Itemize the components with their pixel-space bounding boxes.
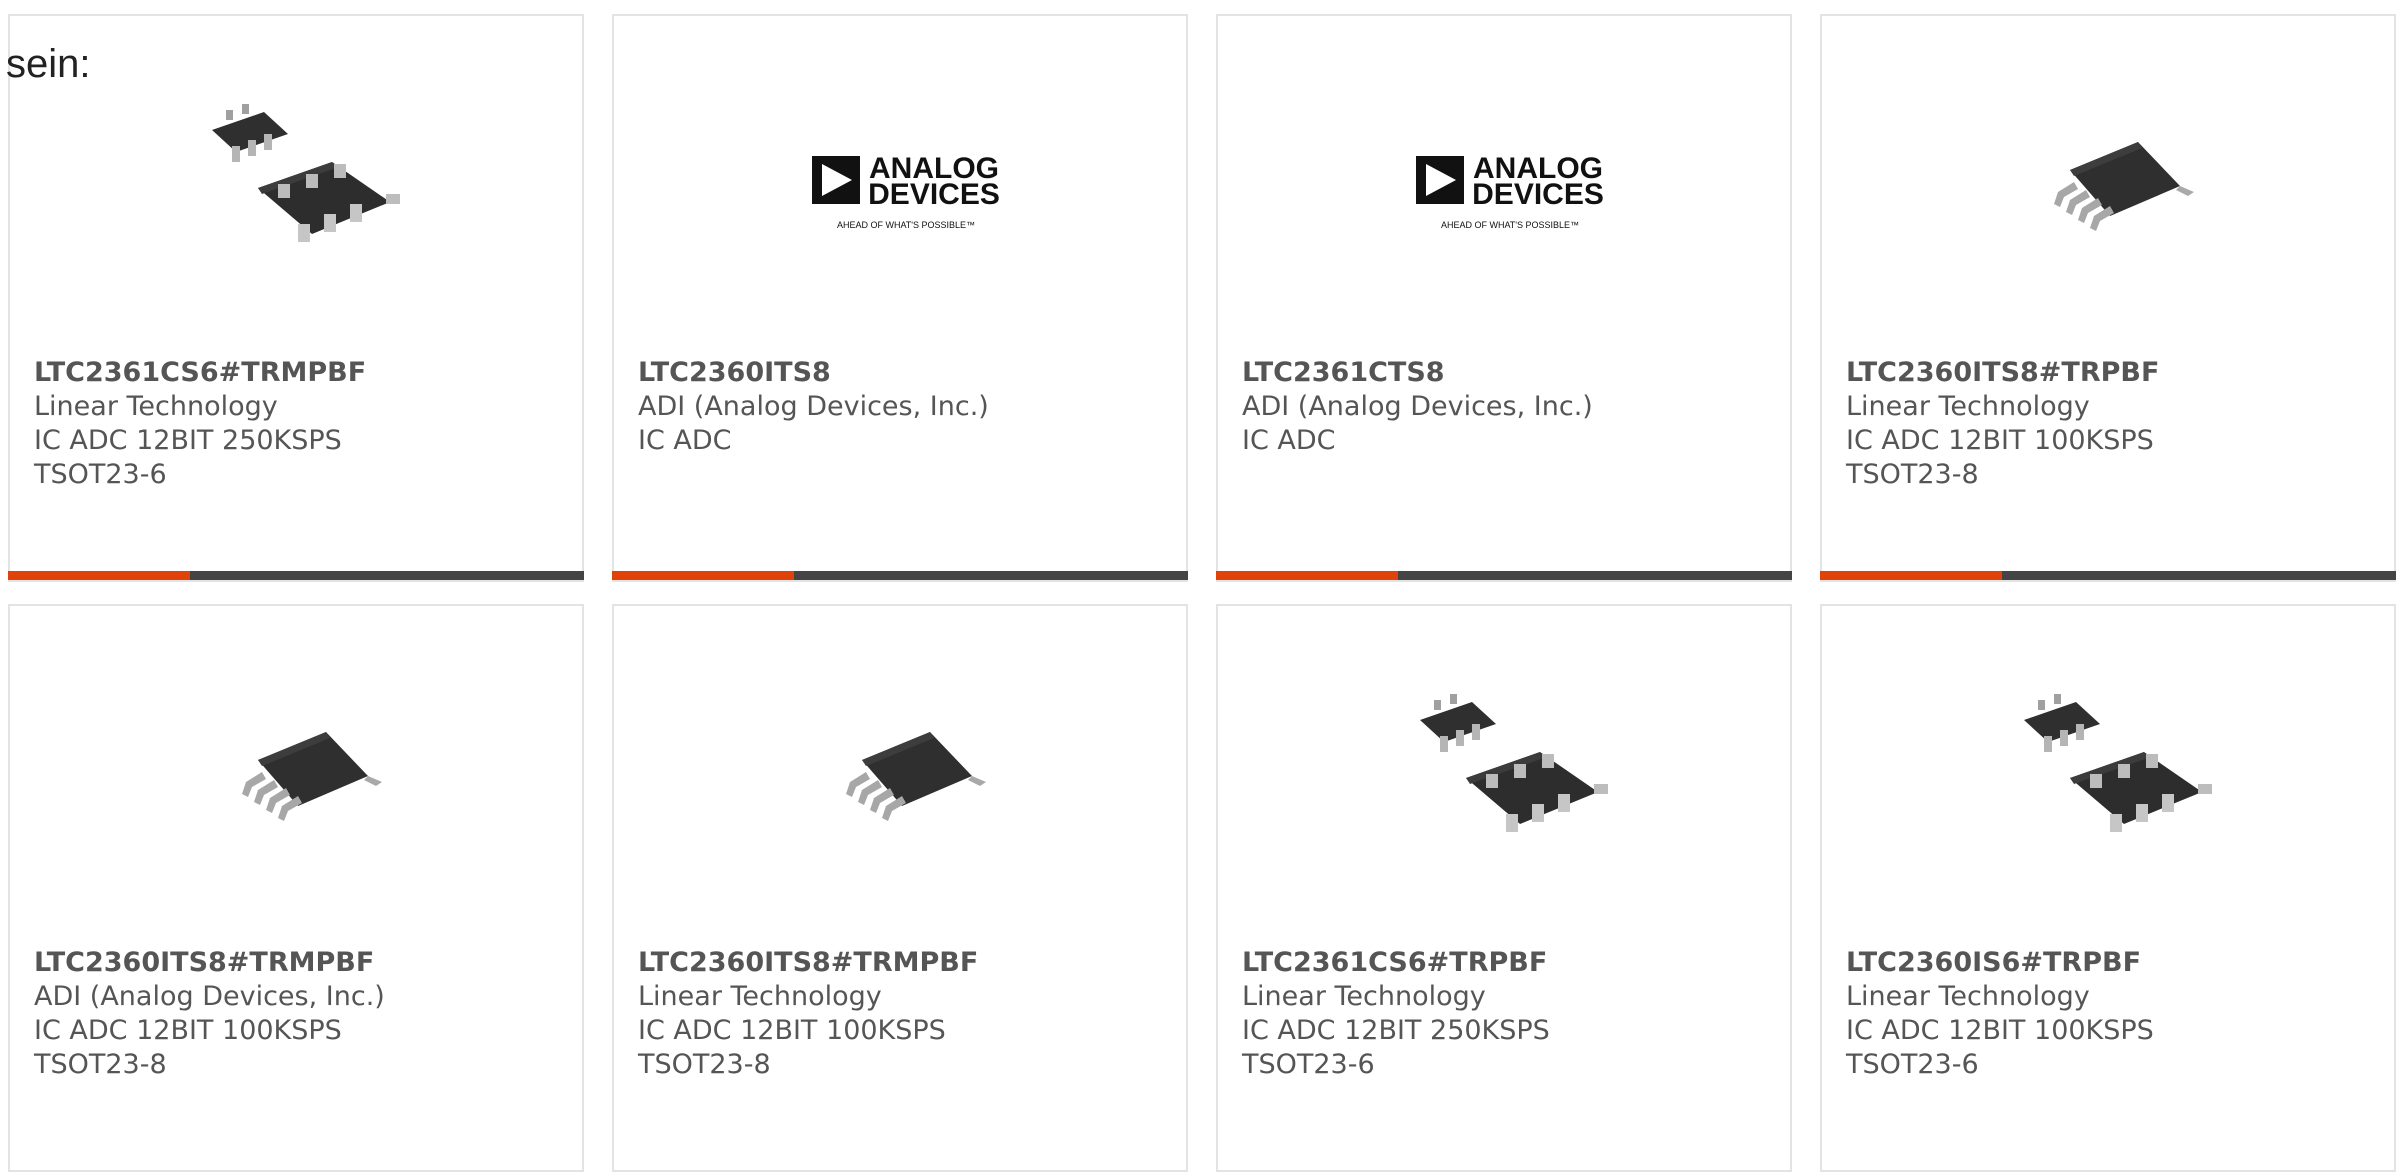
product-info: LTC2360ITS8#TRMPBF ADI (Analog Devices, … xyxy=(34,946,464,1082)
product-card[interactable]: LTC2360ITS8#TRPBF Linear Technology IC A… xyxy=(1820,14,2396,582)
product-image: ANALOG DEVICES AHEAD OF WHAT'S POSSIBLE™ xyxy=(1410,82,1610,282)
svg-text:AHEAD OF WHAT'S POSSIBLE™: AHEAD OF WHAT'S POSSIBLE™ xyxy=(837,220,975,230)
product-image xyxy=(1410,672,1610,872)
product-image xyxy=(202,82,402,282)
card-bar-accent xyxy=(612,571,794,580)
product-info: LTC2360IS6#TRPBF Linear Technology IC AD… xyxy=(1846,946,2276,1082)
card-bottom-bar xyxy=(1820,571,2396,580)
product-info: LTC2361CS6#TRMPBF Linear Technology IC A… xyxy=(34,356,464,492)
description: IC ADC 12BIT 100KSPS TSOT23-8 xyxy=(1846,425,2154,490)
manufacturer: ADI (Analog Devices, Inc.) xyxy=(1242,391,1593,422)
sot23-8-chip-icon xyxy=(242,732,382,821)
analog-devices-logo: ANALOGDEVICESAHEAD OF WHAT'S POSSIBLE™ xyxy=(1416,152,1604,230)
part-number[interactable]: LTC2361CTS8 xyxy=(1242,356,1672,390)
manufacturer: Linear Technology xyxy=(1242,981,1486,1012)
part-number[interactable]: LTC2360ITS8 xyxy=(638,356,1068,390)
part-number[interactable]: LTC2360ITS8#TRPBF xyxy=(1846,356,2276,390)
sot23-6-chip-icon xyxy=(212,104,400,242)
manufacturer: Linear Technology xyxy=(34,391,278,422)
description: IC ADC 12BIT 100KSPS TSOT23-8 xyxy=(638,1015,946,1080)
product-image xyxy=(2014,82,2214,282)
manufacturer: Linear Technology xyxy=(638,981,882,1012)
product-image xyxy=(2014,672,2214,872)
svg-text:AHEAD OF WHAT'S POSSIBLE™: AHEAD OF WHAT'S POSSIBLE™ xyxy=(1441,220,1579,230)
manufacturer: ADI (Analog Devices, Inc.) xyxy=(34,981,385,1012)
card-bar-accent xyxy=(1216,571,1398,580)
sot23-8-chip-icon xyxy=(2054,142,2194,231)
product-info: LTC2361CTS8 ADI (Analog Devices, Inc.) I… xyxy=(1242,356,1672,458)
description: IC ADC 12BIT 100KSPS TSOT23-8 xyxy=(34,1015,342,1080)
product-info: LTC2360ITS8#TRMPBF Linear Technology IC … xyxy=(638,946,1068,1082)
part-number[interactable]: LTC2361CS6#TRMPBF xyxy=(34,356,464,390)
product-image xyxy=(806,672,1006,872)
svg-text:DEVICES: DEVICES xyxy=(868,178,1000,211)
card-bottom-bar xyxy=(1216,571,1792,580)
product-card[interactable]: ANALOG DEVICES AHEAD OF WHAT'S POSSIBLE™ L… xyxy=(1216,14,1792,582)
sot23-8-chip-icon xyxy=(846,732,986,821)
product-card[interactable]: LTC2360ITS8#TRMPBF ADI (Analog Devices, … xyxy=(8,604,584,1172)
analog-devices-logo: ANALOGDEVICESAHEAD OF WHAT'S POSSIBLE™ xyxy=(812,152,1000,230)
product-image xyxy=(202,672,402,872)
manufacturer: ADI (Analog Devices, Inc.) xyxy=(638,391,989,422)
card-bottom-bar xyxy=(8,571,584,580)
manufacturer: Linear Technology xyxy=(1846,981,2090,1012)
product-info: LTC2360ITS8#TRPBF Linear Technology IC A… xyxy=(1846,356,2276,492)
product-card[interactable]: ANALOG DEVICES AHEAD OF WHAT'S POSSIBLE™ L… xyxy=(612,14,1188,582)
sot23-6-chip-icon xyxy=(2024,694,2212,832)
svg-text:DEVICES: DEVICES xyxy=(1472,178,1604,211)
description: IC ADC 12BIT 250KSPS TSOT23-6 xyxy=(1242,1015,1550,1080)
product-card[interactable]: LTC2361CS6#TRMPBF Linear Technology IC A… xyxy=(8,14,584,582)
part-number[interactable]: LTC2360IS6#TRPBF xyxy=(1846,946,2276,980)
description: IC ADC 12BIT 100KSPS TSOT23-6 xyxy=(1846,1015,2154,1080)
intro-text: sein: xyxy=(6,42,91,86)
card-bar-accent xyxy=(8,571,190,580)
description: IC ADC xyxy=(638,425,732,456)
description: IC ADC xyxy=(1242,425,1336,456)
manufacturer: Linear Technology xyxy=(1846,391,2090,422)
product-card[interactable]: LTC2361CS6#TRPBF Linear Technology IC AD… xyxy=(1216,604,1792,1172)
part-number[interactable]: LTC2360ITS8#TRMPBF xyxy=(34,946,464,980)
product-image: ANALOG DEVICES AHEAD OF WHAT'S POSSIBLE™ xyxy=(806,82,1006,282)
product-card[interactable]: LTC2360ITS8#TRMPBF Linear Technology IC … xyxy=(612,604,1188,1172)
product-card[interactable]: LTC2360IS6#TRPBF Linear Technology IC AD… xyxy=(1820,604,2396,1172)
description: IC ADC 12BIT 250KSPS TSOT23-6 xyxy=(34,425,342,490)
part-number[interactable]: LTC2360ITS8#TRMPBF xyxy=(638,946,1068,980)
part-number[interactable]: LTC2361CS6#TRPBF xyxy=(1242,946,1672,980)
product-info: LTC2361CS6#TRPBF Linear Technology IC AD… xyxy=(1242,946,1672,1082)
product-grid: LTC2361CS6#TRMPBF Linear Technology IC A… xyxy=(8,14,2400,1172)
card-bottom-bar xyxy=(612,571,1188,580)
sot23-6-chip-icon xyxy=(1420,694,1608,832)
product-info: LTC2360ITS8 ADI (Analog Devices, Inc.) I… xyxy=(638,356,1068,458)
card-bar-accent xyxy=(1820,571,2002,580)
